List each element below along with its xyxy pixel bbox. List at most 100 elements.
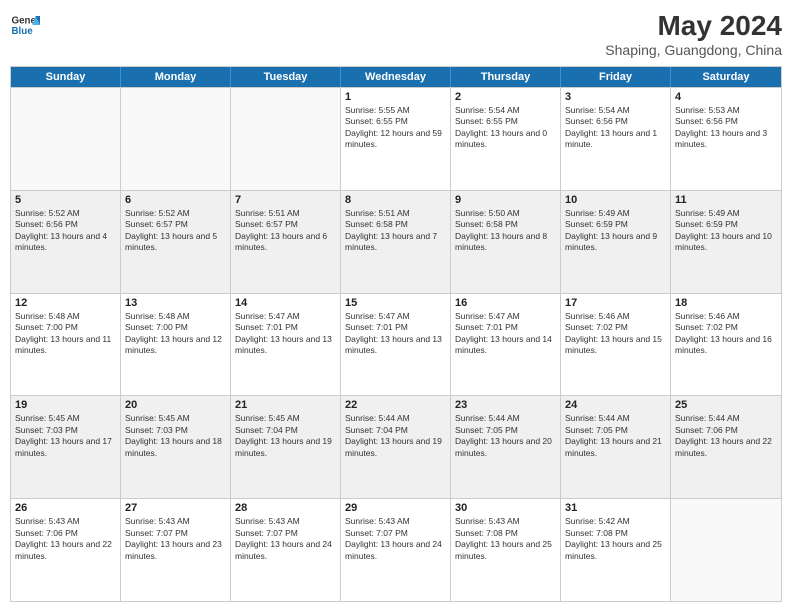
day-number: 27	[125, 502, 226, 514]
day-number: 4	[675, 91, 777, 103]
day-info: Sunrise: 5:47 AMSunset: 7:01 PMDaylight:…	[455, 311, 556, 357]
day-cell-14: 14Sunrise: 5:47 AMSunset: 7:01 PMDayligh…	[231, 294, 341, 396]
day-info: Sunrise: 5:54 AMSunset: 6:55 PMDaylight:…	[455, 105, 556, 151]
day-number: 19	[15, 399, 116, 411]
day-cell-27: 27 Sunrise: 5:43 AMSunset: 7:07 PMDayligh…	[121, 499, 231, 601]
day-cell-8: 8 Sunrise: 5:51 AMSunset: 6:58 PMDaylight…	[341, 191, 451, 293]
day-cell-10: 10 Sunrise: 5:49 AMSunset: 6:59 PMDayligh…	[561, 191, 671, 293]
day-number: 15	[345, 297, 446, 309]
day-info: Sunrise: 5:43 AMSunset: 7:07 PMDaylight:…	[345, 516, 446, 562]
logo: General Blue	[10, 10, 40, 40]
day-number: 13	[125, 297, 226, 309]
logo-icon: General Blue	[10, 10, 40, 40]
header-cell-saturday: Saturday	[671, 67, 781, 87]
day-info: Sunrise: 5:51 AMSunset: 6:57 PMDaylight:…	[235, 208, 336, 254]
day-info: Sunrise: 5:52 AMSunset: 6:56 PMDaylight:…	[15, 208, 116, 254]
day-info: Sunrise: 5:48 AMSunset: 7:00 PMDaylight:…	[125, 311, 226, 357]
day-number: 11	[675, 194, 777, 206]
day-cell-16: 16 Sunrise: 5:47 AMSunset: 7:01 PMDayligh…	[451, 294, 561, 396]
day-cell-21: 21 Sunrise: 5:45 AMSunset: 7:04 PMDayligh…	[231, 396, 341, 498]
header-cell-thursday: Thursday	[451, 67, 561, 87]
day-info: Sunrise: 5:45 AMSunset: 7:03 PMDaylight:…	[125, 413, 226, 459]
day-info: Sunrise: 5:43 AMSunset: 7:07 PMDaylight:…	[125, 516, 226, 562]
calendar-row-4: 19 Sunrise: 5:45 AMSunset: 7:03 PMDayligh…	[11, 395, 781, 498]
day-info: Sunrise: 5:51 AMSunset: 6:58 PMDaylight:…	[345, 208, 446, 254]
day-cell-15: 15 Sunrise: 5:47 AMSunset: 7:01 PMDayligh…	[341, 294, 451, 396]
day-cell-13: 13 Sunrise: 5:48 AMSunset: 7:00 PMDayligh…	[121, 294, 231, 396]
day-info: Sunrise: 5:49 AMSunset: 6:59 PMDaylight:…	[675, 208, 777, 254]
day-info: Sunrise: 5:46 AMSunset: 7:02 PMDaylight:…	[675, 311, 777, 357]
day-number: 14	[235, 297, 336, 309]
day-cell-11: 11 Sunrise: 5:49 AMSunset: 6:59 PMDayligh…	[671, 191, 781, 293]
day-cell-9: 9Sunrise: 5:50 AMSunset: 6:58 PMDaylight…	[451, 191, 561, 293]
day-number: 22	[345, 399, 446, 411]
day-cell-18: 18 Sunrise: 5:46 AMSunset: 7:02 PMDayligh…	[671, 294, 781, 396]
day-cell-7: 7 Sunrise: 5:51 AMSunset: 6:57 PMDaylight…	[231, 191, 341, 293]
calendar-header: SundayMondayTuesdayWednesdayThursdayFrid…	[11, 67, 781, 87]
day-cell-17: 17Sunrise: 5:46 AMSunset: 7:02 PMDayligh…	[561, 294, 671, 396]
day-number: 30	[455, 502, 556, 514]
day-cell-5: 5 Sunrise: 5:52 AMSunset: 6:56 PMDaylight…	[11, 191, 121, 293]
day-cell-25: 25 Sunrise: 5:44 AMSunset: 7:06 PMDayligh…	[671, 396, 781, 498]
day-number: 21	[235, 399, 336, 411]
day-info: Sunrise: 5:55 AMSunset: 6:55 PMDaylight:…	[345, 105, 446, 151]
day-cell-29: 29 Sunrise: 5:43 AMSunset: 7:07 PMDayligh…	[341, 499, 451, 601]
day-cell-23: 23Sunrise: 5:44 AMSunset: 7:05 PMDayligh…	[451, 396, 561, 498]
day-info: Sunrise: 5:43 AMSunset: 7:08 PMDaylight:…	[455, 516, 556, 562]
day-cell-4: 4 Sunrise: 5:53 AMSunset: 6:56 PMDaylight…	[671, 88, 781, 190]
day-number: 9	[455, 194, 556, 206]
header-cell-sunday: Sunday	[11, 67, 121, 87]
day-info: Sunrise: 5:53 AMSunset: 6:56 PMDaylight:…	[675, 105, 777, 151]
day-info: Sunrise: 5:44 AMSunset: 7:05 PMDaylight:…	[565, 413, 666, 459]
day-cell-22: 22 Sunrise: 5:44 AMSunset: 7:04 PMDayligh…	[341, 396, 451, 498]
day-cell-30: 30 Sunrise: 5:43 AMSunset: 7:08 PMDayligh…	[451, 499, 561, 601]
day-number: 29	[345, 502, 446, 514]
header-cell-wednesday: Wednesday	[341, 67, 451, 87]
day-info: Sunrise: 5:48 AMSunset: 7:00 PMDaylight:…	[15, 311, 116, 357]
day-number: 10	[565, 194, 666, 206]
day-number: 31	[565, 502, 666, 514]
header-cell-friday: Friday	[561, 67, 671, 87]
day-info: Sunrise: 5:49 AMSunset: 6:59 PMDaylight:…	[565, 208, 666, 254]
day-cell-3: 3Sunrise: 5:54 AMSunset: 6:56 PMDaylight…	[561, 88, 671, 190]
calendar-row-3: 12 Sunrise: 5:48 AMSunset: 7:00 PMDayligh…	[11, 293, 781, 396]
month-year-title: May 2024	[605, 10, 782, 42]
day-info: Sunrise: 5:43 AMSunset: 7:07 PMDaylight:…	[235, 516, 336, 562]
day-cell-24: 24 Sunrise: 5:44 AMSunset: 7:05 PMDayligh…	[561, 396, 671, 498]
title-block: May 2024 Shaping, Guangdong, China	[605, 10, 782, 58]
day-info: Sunrise: 5:43 AMSunset: 7:06 PMDaylight:…	[15, 516, 116, 562]
day-number: 16	[455, 297, 556, 309]
day-info: Sunrise: 5:44 AMSunset: 7:06 PMDaylight:…	[675, 413, 777, 459]
calendar-row-5: 26Sunrise: 5:43 AMSunset: 7:06 PMDayligh…	[11, 498, 781, 601]
day-cell-19: 19Sunrise: 5:45 AMSunset: 7:03 PMDayligh…	[11, 396, 121, 498]
day-number: 6	[125, 194, 226, 206]
day-info: Sunrise: 5:42 AMSunset: 7:08 PMDaylight:…	[565, 516, 666, 562]
day-number: 28	[235, 502, 336, 514]
day-cell-12: 12 Sunrise: 5:48 AMSunset: 7:00 PMDayligh…	[11, 294, 121, 396]
day-number: 24	[565, 399, 666, 411]
day-info: Sunrise: 5:47 AMSunset: 7:01 PMDaylight:…	[345, 311, 446, 357]
day-cell-28: 28 Sunrise: 5:43 AMSunset: 7:07 PMDayligh…	[231, 499, 341, 601]
location-title: Shaping, Guangdong, China	[605, 42, 782, 58]
day-cell-6: 6 Sunrise: 5:52 AMSunset: 6:57 PMDaylight…	[121, 191, 231, 293]
day-info: Sunrise: 5:46 AMSunset: 7:02 PMDaylight:…	[565, 311, 666, 357]
day-info: Sunrise: 5:44 AMSunset: 7:05 PMDaylight:…	[455, 413, 556, 459]
day-number: 25	[675, 399, 777, 411]
day-info: Sunrise: 5:54 AMSunset: 6:56 PMDaylight:…	[565, 105, 666, 151]
calendar-row-2: 5 Sunrise: 5:52 AMSunset: 6:56 PMDaylight…	[11, 190, 781, 293]
day-info: Sunrise: 5:44 AMSunset: 7:04 PMDaylight:…	[345, 413, 446, 459]
day-cell-20: 20 Sunrise: 5:45 AMSunset: 7:03 PMDayligh…	[121, 396, 231, 498]
day-number: 7	[235, 194, 336, 206]
calendar-body: 1Sunrise: 5:55 AMSunset: 6:55 PMDaylight…	[11, 87, 781, 601]
day-number: 18	[675, 297, 777, 309]
day-info: Sunrise: 5:45 AMSunset: 7:04 PMDaylight:…	[235, 413, 336, 459]
day-cell-1: 1Sunrise: 5:55 AMSunset: 6:55 PMDaylight…	[341, 88, 451, 190]
header-cell-tuesday: Tuesday	[231, 67, 341, 87]
day-cell-26: 26Sunrise: 5:43 AMSunset: 7:06 PMDayligh…	[11, 499, 121, 601]
day-number: 5	[15, 194, 116, 206]
day-number: 8	[345, 194, 446, 206]
calendar: SundayMondayTuesdayWednesdayThursdayFrid…	[10, 66, 782, 602]
day-number: 20	[125, 399, 226, 411]
day-info: Sunrise: 5:52 AMSunset: 6:57 PMDaylight:…	[125, 208, 226, 254]
day-number: 12	[15, 297, 116, 309]
